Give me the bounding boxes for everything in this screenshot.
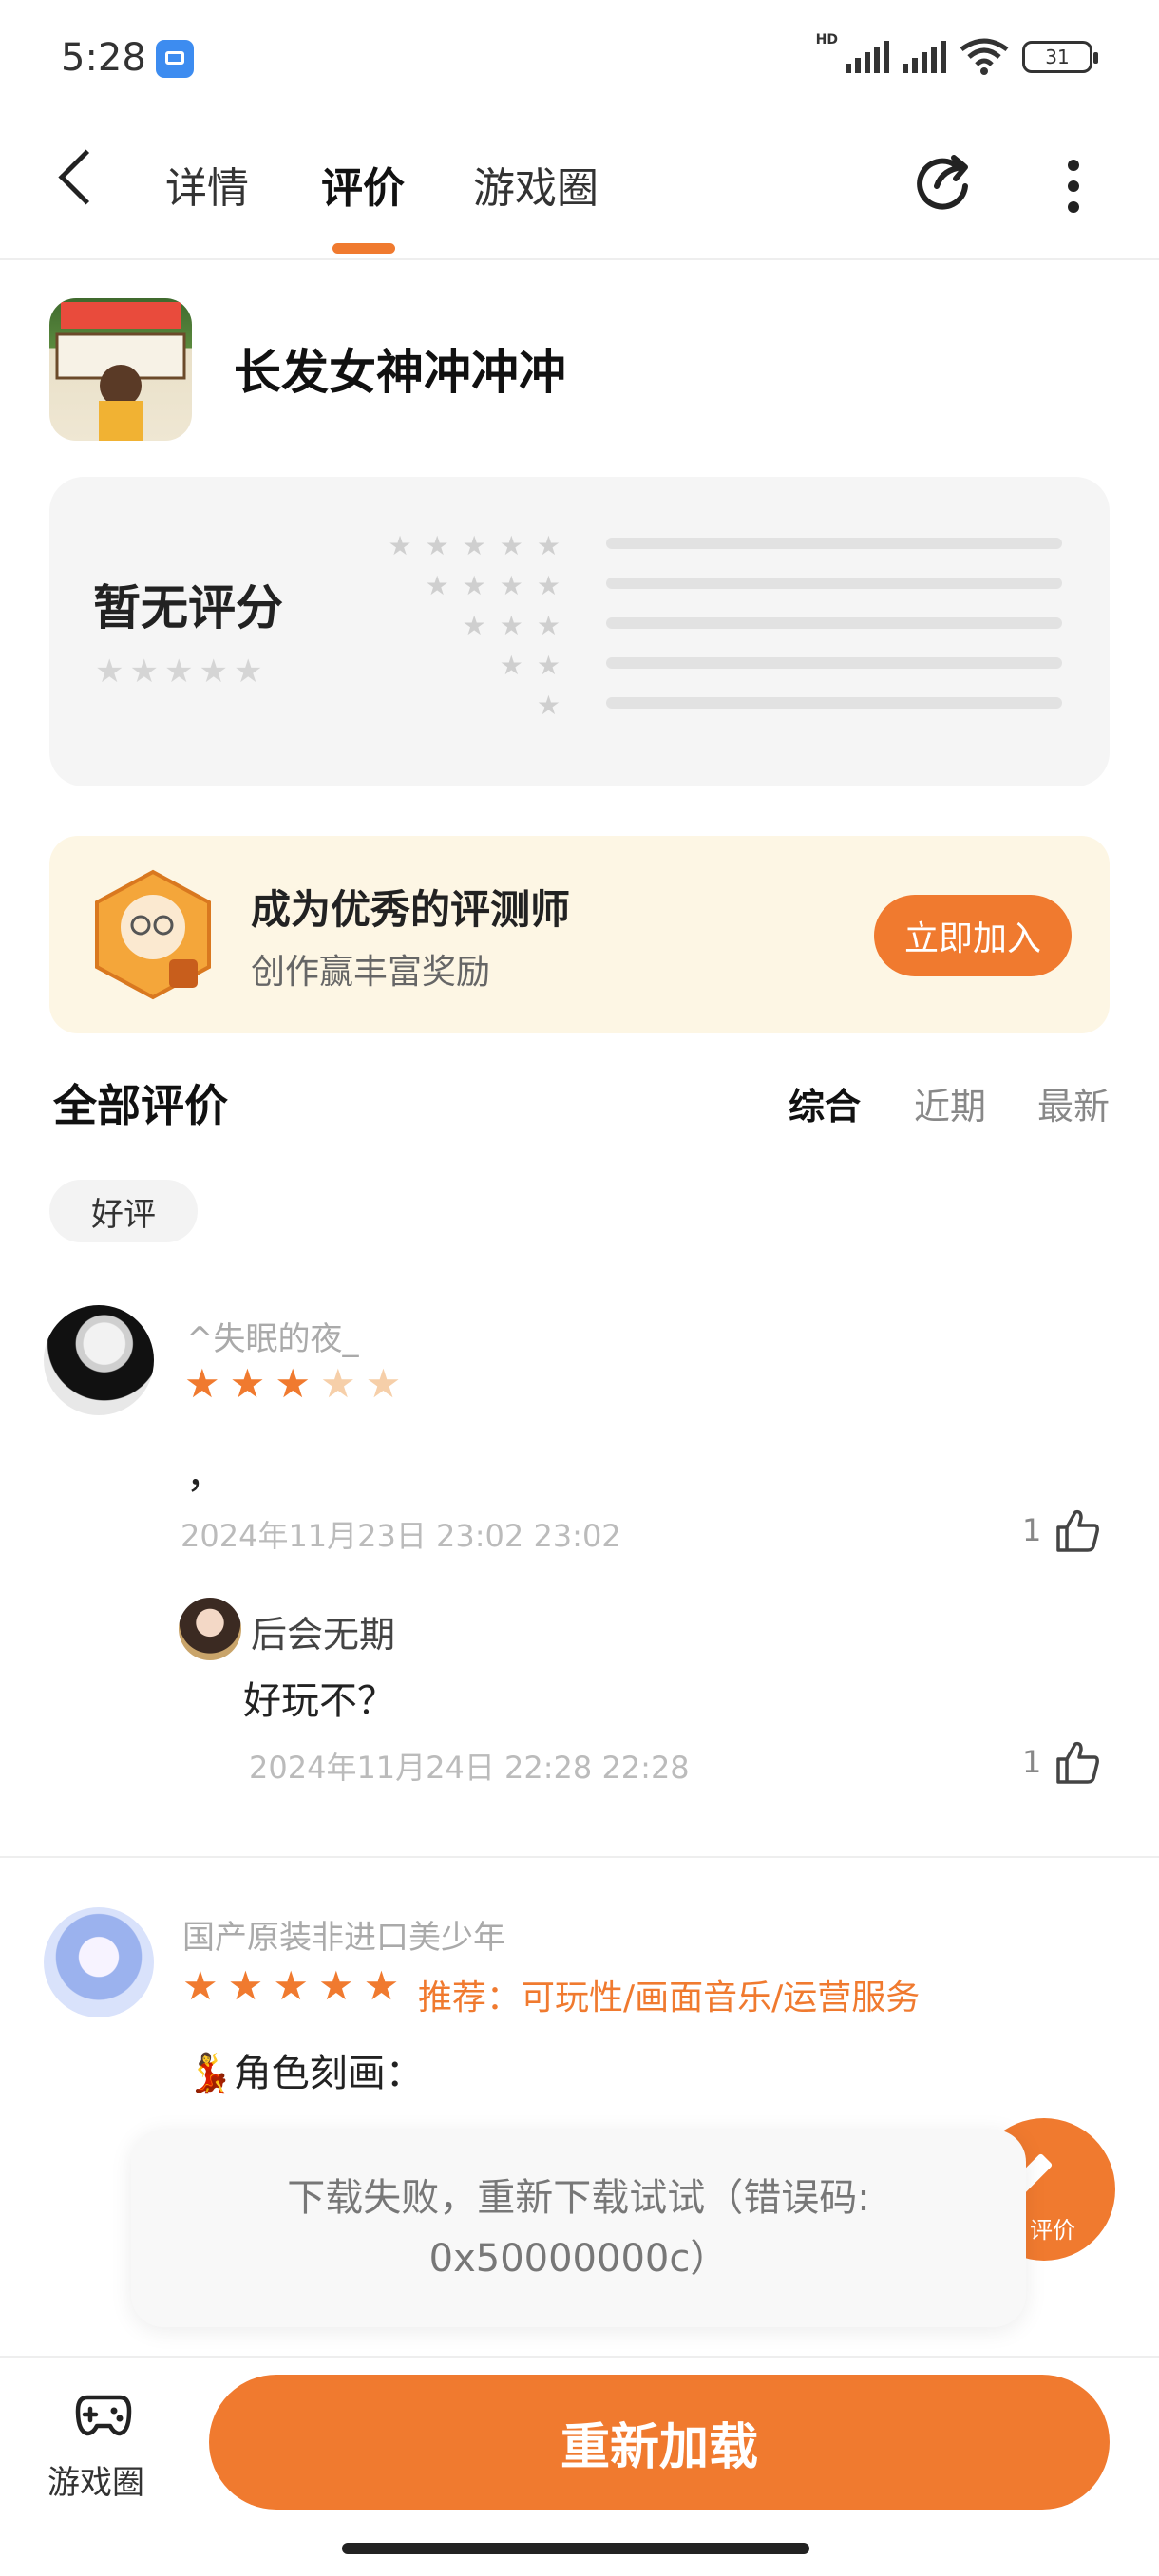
review-text[interactable]: 💃角色刻画：	[186, 2042, 424, 2097]
signal-icon	[846, 41, 889, 73]
reply-like-count: 1	[1022, 1744, 1042, 1780]
star-icon: ★	[363, 1962, 400, 2009]
gamepad-icon[interactable]	[74, 2390, 133, 2441]
avatar[interactable]	[44, 1907, 154, 2017]
thumbs-up-icon	[1056, 1741, 1100, 1784]
rating-bar-3	[606, 617, 1062, 629]
sort-newest[interactable]: 最新	[1037, 1077, 1110, 1129]
reviewer-badge-icon	[95, 869, 211, 1000]
error-toast-line-2: 0x50000000c）	[428, 2237, 729, 2281]
banner-title: 成为优秀的评测师	[251, 886, 571, 933]
thumbs-up-icon	[1056, 1509, 1100, 1552]
game-circle-label[interactable]: 游戏圈	[48, 2456, 144, 2503]
rating-distribution-stars: ★ ★ ★ ★ ★ ★ ★ ★ ★ ★ ★ ★ ★ ★ ★	[388, 526, 560, 726]
reply-avatar[interactable]	[179, 1598, 241, 1660]
star-icon: ★	[95, 653, 124, 691]
rating-bar-2	[606, 657, 1062, 669]
star-icon: ★	[273, 1962, 309, 2009]
star-icon: ★	[229, 1360, 266, 1407]
avatar[interactable]	[44, 1305, 154, 1415]
status-time: 5:28	[61, 36, 146, 80]
rating-bar-5	[606, 538, 1062, 549]
star-icon: ★	[199, 653, 228, 691]
bottom-divider	[0, 2356, 1159, 2358]
star-icon: ★	[184, 1360, 220, 1407]
signal-icon-2	[902, 41, 946, 73]
sort-comprehensive[interactable]: 综合	[788, 1077, 861, 1129]
reload-button[interactable]: 重新加载	[209, 2375, 1110, 2510]
review-divider	[0, 1856, 1159, 1858]
star-icon: ★	[365, 1360, 402, 1407]
star-icon: ★	[317, 1962, 354, 2009]
more-options-icon[interactable]	[1066, 160, 1081, 213]
tab-game-circle[interactable]: 游戏圈	[473, 154, 598, 215]
review-text[interactable]: ，	[186, 1444, 224, 1499]
like-button[interactable]: 1	[1022, 1508, 1100, 1552]
rating-row-5: ★ ★ ★ ★ ★	[388, 530, 560, 561]
like-count: 1	[1022, 1512, 1042, 1548]
battery-level: 31	[1045, 46, 1070, 68]
review-username[interactable]: 国产原装非进口美少年	[182, 1911, 505, 1958]
home-indicator[interactable]	[342, 2543, 809, 2554]
filter-chip-positive[interactable]: 好评	[49, 1180, 198, 1242]
error-toast-text: 下载失败，重新下载试试（错误码: 0x50000000c）	[171, 2168, 986, 2289]
sort-recent[interactable]: 近期	[914, 1077, 986, 1129]
empty-stars: ★ ★ ★ ★ ★	[95, 655, 262, 688]
review-rating: ★ ★ ★ ★ ★	[182, 1966, 399, 2006]
game-icon[interactable]	[49, 298, 192, 441]
share-icon[interactable]	[914, 152, 973, 211]
battery-icon: 31	[1022, 41, 1098, 73]
review-date: 2024年11月23日 23:02 23:02	[180, 1518, 621, 1554]
nav-divider	[0, 258, 1159, 260]
star-icon: ★	[129, 653, 159, 691]
reply-text[interactable]: 好玩不？	[243, 1670, 395, 1725]
reply-date: 2024年11月24日 22:28 22:28	[249, 1750, 690, 1786]
rating-none-label: 暂无评分	[93, 580, 283, 635]
review-recommend-tags: 推荐：可玩性/画面音乐/运营服务	[418, 1979, 921, 2017]
hd-label: HD	[815, 32, 838, 47]
active-tab-indicator	[332, 243, 395, 254]
error-toast-line-1: 下载失败，重新下载试试（错误码:	[287, 2176, 870, 2220]
star-icon: ★	[182, 1962, 218, 2009]
rating-row-1: ★	[536, 690, 560, 721]
rating-row-3: ★ ★ ★	[462, 610, 560, 641]
write-review-label: 评价	[1030, 2217, 1075, 2244]
rating-row-4: ★ ★ ★ ★	[425, 570, 560, 601]
rating-row-2: ★ ★	[499, 650, 560, 681]
notification-app-icon	[156, 40, 194, 78]
reply-like-button[interactable]: 1	[1022, 1740, 1100, 1784]
star-icon: ★	[163, 653, 194, 691]
star-icon: ★	[319, 1360, 356, 1407]
star-icon: ★	[227, 1962, 264, 2009]
review-rating: ★ ★ ★ ★ ★	[184, 1364, 401, 1404]
wifi-icon	[960, 38, 1009, 75]
star-icon: ★	[233, 653, 263, 691]
back-icon[interactable]	[58, 149, 114, 205]
tab-reviews[interactable]: 评价	[321, 154, 405, 215]
review-username[interactable]: ^失眠的夜_	[186, 1313, 359, 1359]
banner-subtitle: 创作赢丰富奖励	[251, 953, 491, 992]
tab-details[interactable]: 详情	[165, 154, 249, 215]
join-now-button[interactable]: 立即加入	[874, 895, 1072, 976]
status-indicators: HD 31	[816, 32, 1098, 76]
all-reviews-title: 全部评价	[53, 1080, 228, 1131]
game-title: 长发女神冲冲冲	[234, 345, 566, 400]
rating-bar-4	[606, 578, 1062, 589]
rating-bar-1	[606, 697, 1062, 709]
star-icon: ★	[275, 1360, 311, 1407]
reply-username[interactable]: 后会无期	[251, 1605, 395, 1657]
